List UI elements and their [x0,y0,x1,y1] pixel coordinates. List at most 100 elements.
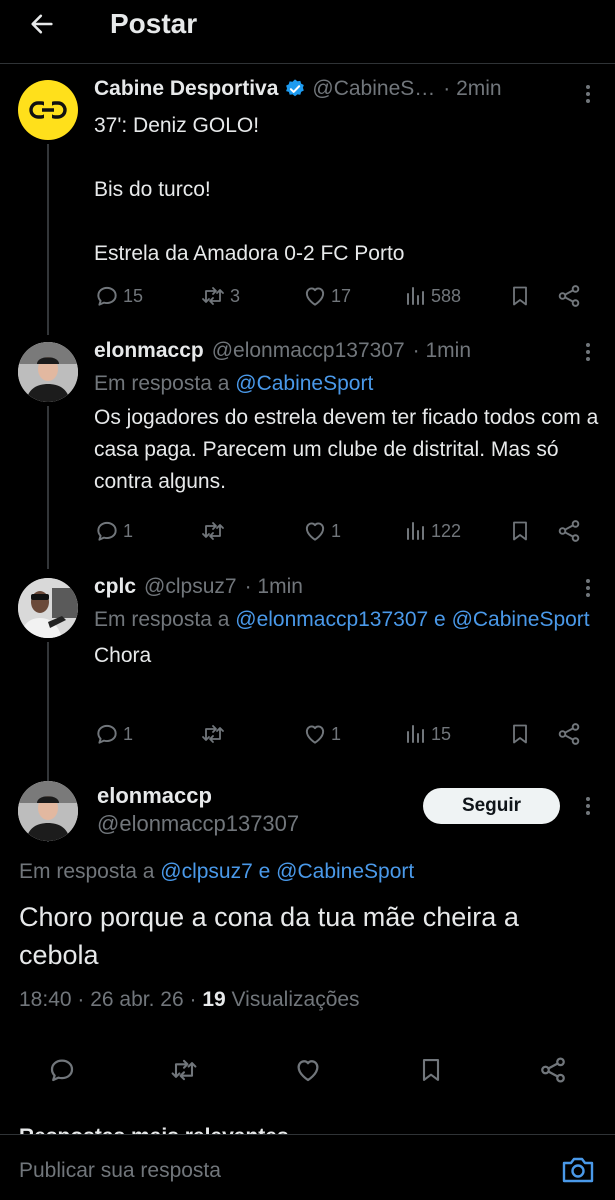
author-name[interactable]: Cabine Desportiva [94,76,278,102]
share-button[interactable] [556,516,582,546]
author-handle[interactable]: @elonmaccp137307 [212,338,405,364]
reply-prefix: Em resposta a [19,860,155,883]
section-heading-text: Respostas mais relevantes [19,1126,319,1134]
camera-button[interactable] [561,1155,595,1185]
retweet-button[interactable] [199,516,227,546]
bookmark-icon [513,724,527,744]
mention-link[interactable]: @clpsuz7 [160,860,253,883]
more-options-button[interactable] [573,84,603,104]
back-button[interactable] [22,6,62,42]
retweet-icon [202,287,224,305]
user-photo-icon [18,578,78,638]
avatar[interactable] [18,781,78,841]
verified-badge-icon [286,79,305,97]
tweet-text: Os jogadores do estrela devem ter ficado… [94,406,605,493]
heart-icon [297,1060,319,1082]
bookmark-button[interactable] [409,1052,453,1088]
retweet-icon [202,522,224,540]
like-count: 17 [331,285,352,306]
like-button[interactable]: 1 [302,719,341,749]
views-chart-icon [407,725,424,743]
bookmark-button[interactable] [508,281,532,311]
like-count: 1 [331,723,342,744]
like-button[interactable] [286,1052,330,1088]
reply-button[interactable]: 1 [94,516,133,546]
bookmark-button[interactable] [508,719,532,749]
share-button[interactable] [556,281,582,311]
reply-context: Em resposta a @CabineSport [94,368,599,400]
views-count: 15 [431,723,452,744]
reply-icon [97,521,117,541]
retweet-icon [202,725,224,743]
reply-joiner: e [258,860,271,883]
thread-line [47,144,49,335]
views-button[interactable]: 122 [404,516,461,546]
follow-button[interactable]: Seguir [423,788,560,824]
reply-prefix: Em resposta a [94,372,230,395]
views-button[interactable]: 15 [404,719,451,749]
retweet-icon [171,1059,197,1081]
author-handle[interactable]: @CabineS… [312,76,435,102]
reply-button[interactable]: 1 [94,719,133,749]
mention-link[interactable]: @elonmaccp137307 [235,608,428,631]
post-date: 26 abr. 26 [90,988,184,1011]
author-name[interactable]: elonmaccp [94,338,204,364]
reply-composer[interactable]: Publicar sua resposta [0,1134,615,1200]
share-icon [541,1057,565,1083]
reply-button[interactable]: 15 [94,281,143,311]
more-options-button[interactable] [573,578,603,598]
post-time: · 1min [412,339,472,362]
retweet-button[interactable] [199,719,227,749]
share-button[interactable] [531,1052,575,1088]
like-count: 1 [331,520,342,541]
reply-count: 1 [123,723,134,744]
bookmark-button[interactable] [508,516,532,546]
mention-link[interactable]: @CabineSport [235,372,373,395]
share-button[interactable] [556,719,582,749]
reply-context: Em resposta a @elonmaccp137307 e @Cabine… [94,604,599,636]
retweet-button[interactable]: 3 [199,281,240,311]
author-handle[interactable]: @elonmaccp137307 [97,810,299,838]
post-text: Choro porque a cona da tua mãe cheira a … [19,902,519,970]
reply-button[interactable] [40,1052,84,1088]
views-chart-icon [407,522,424,540]
thread-line [47,406,49,569]
user-photo-icon [18,781,78,841]
share-icon [558,723,580,745]
like-button[interactable]: 17 [302,281,351,311]
mention-link[interactable]: @CabineSport [452,608,590,631]
avatar[interactable] [18,342,78,402]
views-count: 19 [202,988,226,1011]
author-handle[interactable]: @clpsuz7 [144,574,237,600]
heart-icon [305,725,325,744]
retweet-button[interactable] [162,1052,206,1088]
reply-icon [97,286,117,306]
post-time: 18:40 [19,988,72,1011]
section-heading-partial: Respostas mais relevantes [19,1126,319,1134]
page-title: Postar [110,8,198,39]
retweet-count: 3 [230,285,241,306]
heart-icon [305,287,325,306]
arrow-left-icon [31,14,53,34]
views-count: 122 [431,520,462,541]
tweet-text: Chora [94,644,152,667]
share-icon [558,520,580,542]
author-name[interactable]: elonmaccp [97,782,212,810]
avatar[interactable] [18,578,78,638]
bookmark-icon [513,286,527,306]
reply-context: Em resposta a @clpsuz7 e @CabineSport [19,856,414,888]
avatar[interactable] [18,80,78,140]
more-vertical-icon [586,797,590,815]
reply-input[interactable]: Publicar sua resposta [19,1159,221,1183]
views-label[interactable]: Visualizações [232,988,360,1011]
views-button[interactable]: 588 [404,281,461,311]
reply-prefix: Em resposta a [94,608,230,631]
more-options-button[interactable] [573,796,603,816]
reply-icon [50,1059,74,1082]
post-time: · 1min [244,575,303,598]
like-button[interactable]: 1 [302,516,341,546]
mention-link[interactable]: @CabineSport [276,860,414,883]
author-name[interactable]: cplc [94,574,136,600]
views-count: 588 [431,285,462,306]
more-options-button[interactable] [573,342,603,362]
